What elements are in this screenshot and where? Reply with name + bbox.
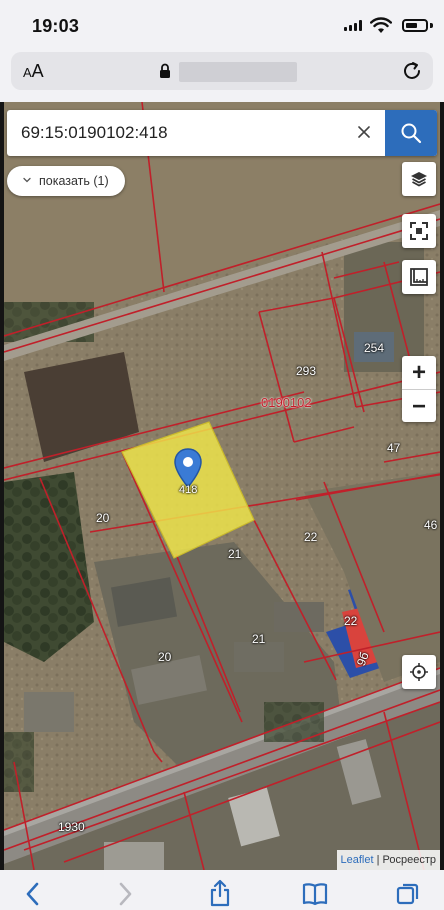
close-icon[interactable] [353,121,375,143]
search-input[interactable]: 69:15:0190102:418 [21,123,168,143]
quarter-label: 0190102 [261,395,312,410]
parcel-label: 293 [296,364,317,378]
share-icon[interactable] [208,879,232,907]
parcel-label: 20 [96,511,110,525]
parcel-label: 21 [228,547,242,561]
layers-button[interactable] [402,162,436,196]
parcel-label: 254 [364,341,385,355]
reload-icon[interactable] [401,60,423,82]
text-size-large-label: A [31,61,44,81]
text-size-button[interactable]: AA [23,61,44,82]
fullscreen-icon [410,222,428,240]
ruler-icon [410,268,428,286]
search-button[interactable] [385,110,437,156]
chevron-down-icon [23,177,31,183]
bookmarks-icon[interactable] [302,882,328,906]
cadastral-map[interactable]: 418 20 20 21 21 22 22 293 254 47 46 1930… [4,102,440,870]
battery-icon [402,19,428,32]
parcel-label: 46 [424,518,438,532]
back-icon[interactable] [24,882,42,906]
map-frame: 418 20 20 21 21 22 22 293 254 47 46 1930… [0,102,444,870]
fullscreen-button[interactable] [402,214,436,248]
parcel-label: 22 [304,530,318,544]
lock-icon [160,63,170,78]
text-size-small-label: A [23,65,32,80]
battery-cap [430,23,433,28]
parcel-label: 21 [252,632,266,646]
attribution-separator: | [376,854,380,866]
show-results-label: показать (1) [39,174,109,188]
forward-icon[interactable] [116,882,134,906]
satellite-imagery [4,102,440,870]
wifi-icon [370,17,392,33]
parcel-label: 418 [179,484,198,496]
cadastral-search-bar: 69:15:0190102:418 [7,110,437,156]
zoom-out-button[interactable]: − [402,390,436,423]
parcel-label: 47 [387,441,401,455]
status-time: 19:03 [32,16,80,36]
map-pin-icon[interactable] [174,448,202,488]
search-icon [401,123,422,144]
layers-icon [411,172,427,187]
parcel-label: 20 [158,650,172,664]
address-bar[interactable]: AA [11,52,433,90]
locate-button[interactable] [402,655,436,689]
zoom-control: + − [402,356,436,422]
crosshair-icon [410,663,428,681]
parcel-label: 1930 [58,820,85,834]
tabs-icon[interactable] [396,882,420,906]
show-results-button[interactable]: показать (1) [7,166,125,196]
parcel-label: 22 [344,614,358,628]
signal-icon [344,20,362,31]
browser-toolbar [0,870,444,910]
attribution-source: Росреестр [382,854,436,866]
zoom-in-button[interactable]: + [402,356,436,390]
map-attribution: Leaflet | Росреестр [336,850,440,870]
measure-button[interactable] [402,260,436,294]
url-text-redacted[interactable] [179,62,297,82]
leaflet-link[interactable]: Leaflet [341,854,374,866]
status-bar: 19:03 [0,0,444,52]
